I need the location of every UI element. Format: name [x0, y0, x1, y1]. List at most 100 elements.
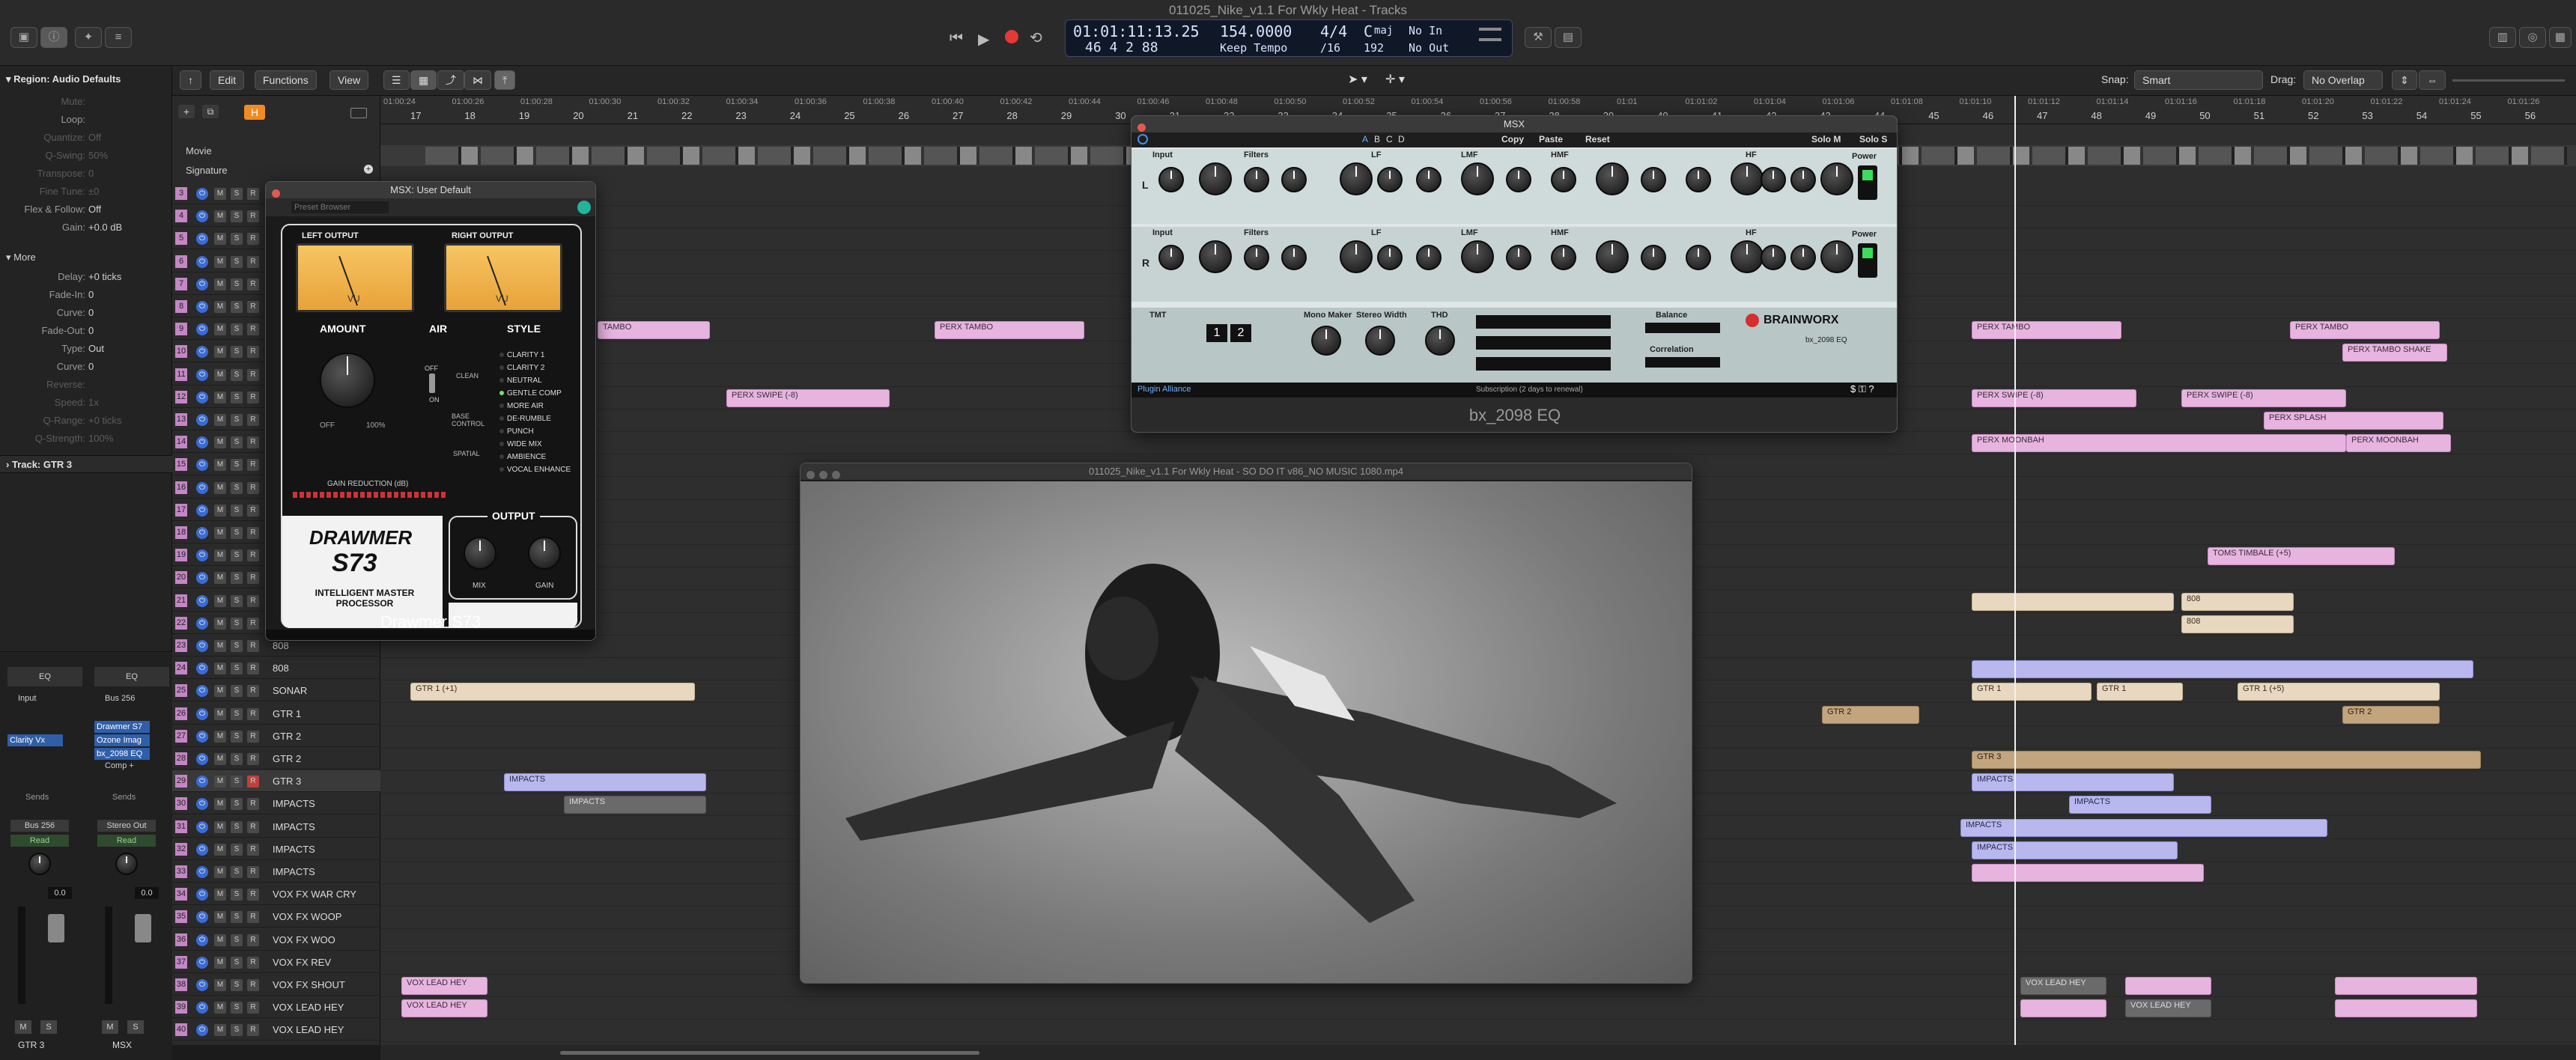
more-param-row[interactable]: Reverse:	[0, 379, 169, 394]
style-option[interactable]: VOCAL ENHANCE	[499, 466, 571, 474]
record-enable-button[interactable]: R	[247, 685, 259, 698]
solo-button[interactable]: S	[231, 549, 243, 562]
region-param-row[interactable]: Flex & Follow: Off	[0, 204, 169, 219]
power-icon[interactable]: ⏻	[196, 843, 208, 856]
more-param-row[interactable]: Curve: 0	[0, 307, 169, 322]
power-icon[interactable]: ⏻	[196, 323, 208, 336]
track-name[interactable]: 808	[273, 640, 289, 651]
audio-region[interactable]: GTR 1	[1972, 683, 2092, 701]
reset-button[interactable]: Reset	[1585, 134, 1610, 144]
audio-region[interactable]: TAMBO	[598, 321, 710, 340]
minimize-dot[interactable]	[819, 471, 827, 479]
play-icon[interactable]: ▶	[978, 30, 989, 49]
mute-button[interactable]: M	[214, 979, 226, 991]
power-icon[interactable]: ⏻	[196, 866, 208, 878]
mute-button[interactable]: M	[214, 527, 226, 539]
record-enable-button[interactable]: R	[247, 459, 259, 472]
mute-button[interactable]: M	[214, 776, 226, 788]
solo-button[interactable]: S	[231, 979, 243, 991]
record-enable-button[interactable]: R	[247, 481, 259, 494]
close-dot[interactable]	[1137, 124, 1146, 132]
mute-button[interactable]: M	[214, 278, 226, 290]
param-value[interactable]: +0.0 dB	[88, 222, 122, 233]
audio-region[interactable]: GTR 3	[1972, 751, 2481, 769]
lcd-display[interactable]: 01:01:11:13.25 46 4 2 88 154.0000 Keep T…	[1065, 19, 1513, 57]
grid-view-icon[interactable]: ▦	[410, 70, 437, 90]
track-header[interactable]: 25 ⏻ M S R SONAR	[172, 680, 380, 702]
mute-button[interactable]: M	[214, 504, 226, 517]
preset-b[interactable]: B	[1374, 134, 1380, 144]
solo-button[interactable]: S	[231, 504, 243, 517]
eq-knob[interactable]	[1551, 245, 1576, 270]
license-icons[interactable]: $ ⚿ ?	[1850, 383, 1874, 395]
zoom-dot[interactable]	[832, 471, 840, 479]
record-enable-button[interactable]: R	[247, 979, 259, 991]
plugin-slot-3[interactable]: bx_2098 EQ	[94, 748, 150, 760]
eq-titlebar[interactable]: MSX	[1131, 116, 1897, 132]
solo-button[interactable]: S	[231, 572, 243, 585]
track-header[interactable]: 26 ⏻ M S R GTR 1	[172, 703, 380, 725]
power-icon[interactable]: ⏻	[196, 798, 208, 811]
audio-region[interactable]: IMPACTS	[1972, 773, 2174, 792]
solo-button[interactable]: S	[231, 233, 243, 246]
power-icon[interactable]: ⏻	[196, 278, 208, 290]
solo-button[interactable]: S	[231, 662, 243, 675]
style-option[interactable]: MORE AIR	[499, 402, 544, 410]
eq-knob[interactable]	[1199, 162, 1232, 195]
eq-thumb[interactable]: EQ	[7, 667, 82, 686]
solo-button[interactable]: S	[231, 776, 243, 788]
record-enable-button[interactable]: R	[247, 956, 259, 969]
audio-region[interactable]: GTR 2	[1822, 705, 1919, 724]
power-icon[interactable]: ⏻	[196, 436, 208, 449]
eq-knob[interactable]	[1377, 245, 1403, 270]
preset-d[interactable]: D	[1398, 134, 1405, 144]
more-param-row[interactable]: Q-Strength: 100%	[0, 433, 169, 448]
audio-region[interactable]: PERX TAMBO	[2290, 321, 2440, 340]
preset-c[interactable]: C	[1386, 134, 1393, 144]
audio-region[interactable]: 808	[2181, 592, 2294, 611]
record-enable-button[interactable]: R	[247, 210, 259, 223]
record-enable-button[interactable]: R	[247, 436, 259, 449]
record-enable-button[interactable]: R	[247, 594, 259, 607]
eq-knob[interactable]	[1158, 167, 1184, 192]
record-enable-button[interactable]: R	[247, 414, 259, 426]
audio-region[interactable]: PERX MOONBAH	[2346, 434, 2451, 453]
more-param-row[interactable]: Q-Range: +0 ticks	[0, 415, 169, 430]
preset-a[interactable]: A	[1362, 134, 1368, 144]
mute-button[interactable]: M	[214, 210, 226, 223]
power-icon[interactable]: ⏻	[196, 640, 208, 652]
track-name[interactable]: VOX FX WOO	[273, 934, 335, 945]
eq-knob[interactable]	[1790, 167, 1816, 192]
link-icon[interactable]	[577, 201, 591, 214]
volume-fader[interactable]	[48, 914, 64, 942]
audio-region[interactable]	[2335, 977, 2477, 995]
output-slot[interactable]: Bus 256	[10, 820, 69, 832]
plugin-slot-1[interactable]: Clarity Vx	[7, 734, 63, 746]
close-dot[interactable]	[272, 189, 280, 198]
rewind-icon[interactable]: ⏮	[950, 30, 963, 47]
marquee-tool-icon[interactable]: ✛ ▾	[1385, 72, 1405, 87]
audio-region[interactable]: IMPACTS	[1972, 841, 2178, 859]
param-value[interactable]: Off	[88, 204, 101, 215]
param-value[interactable]: 50%	[88, 150, 108, 161]
more-param-row[interactable]: Speed: 1x	[0, 397, 169, 412]
mute-button[interactable]: M	[214, 301, 226, 313]
record-enable-button[interactable]: R	[247, 278, 259, 290]
mute-button[interactable]: M	[214, 617, 226, 630]
style-option[interactable]: DE-RUMBLE	[499, 415, 551, 423]
flex-icon[interactable]: ⋈	[464, 70, 491, 90]
power-icon[interactable]: ⏻	[196, 979, 208, 991]
mute-button[interactable]: M	[214, 911, 226, 924]
solo-button[interactable]: S	[127, 1020, 144, 1034]
solo-button[interactable]: S	[231, 843, 243, 856]
eq-knob[interactable]	[1158, 245, 1184, 270]
solo-button[interactable]: S	[231, 820, 243, 833]
param-value[interactable]: Off	[88, 132, 101, 143]
input-slot[interactable]: Input	[18, 694, 36, 703]
more-param-row[interactable]: Type: Out	[0, 343, 169, 358]
movie-titlebar[interactable]: 011025_Nike_v1.1 For Wkly Heat - SO DO I…	[801, 463, 1692, 480]
mute-button[interactable]: M	[214, 685, 226, 698]
solo-s-button[interactable]: Solo S	[1859, 134, 1887, 144]
record-enable-button[interactable]: R	[247, 549, 259, 562]
audio-region[interactable]: PERX SWIPE (-8)	[726, 389, 890, 407]
